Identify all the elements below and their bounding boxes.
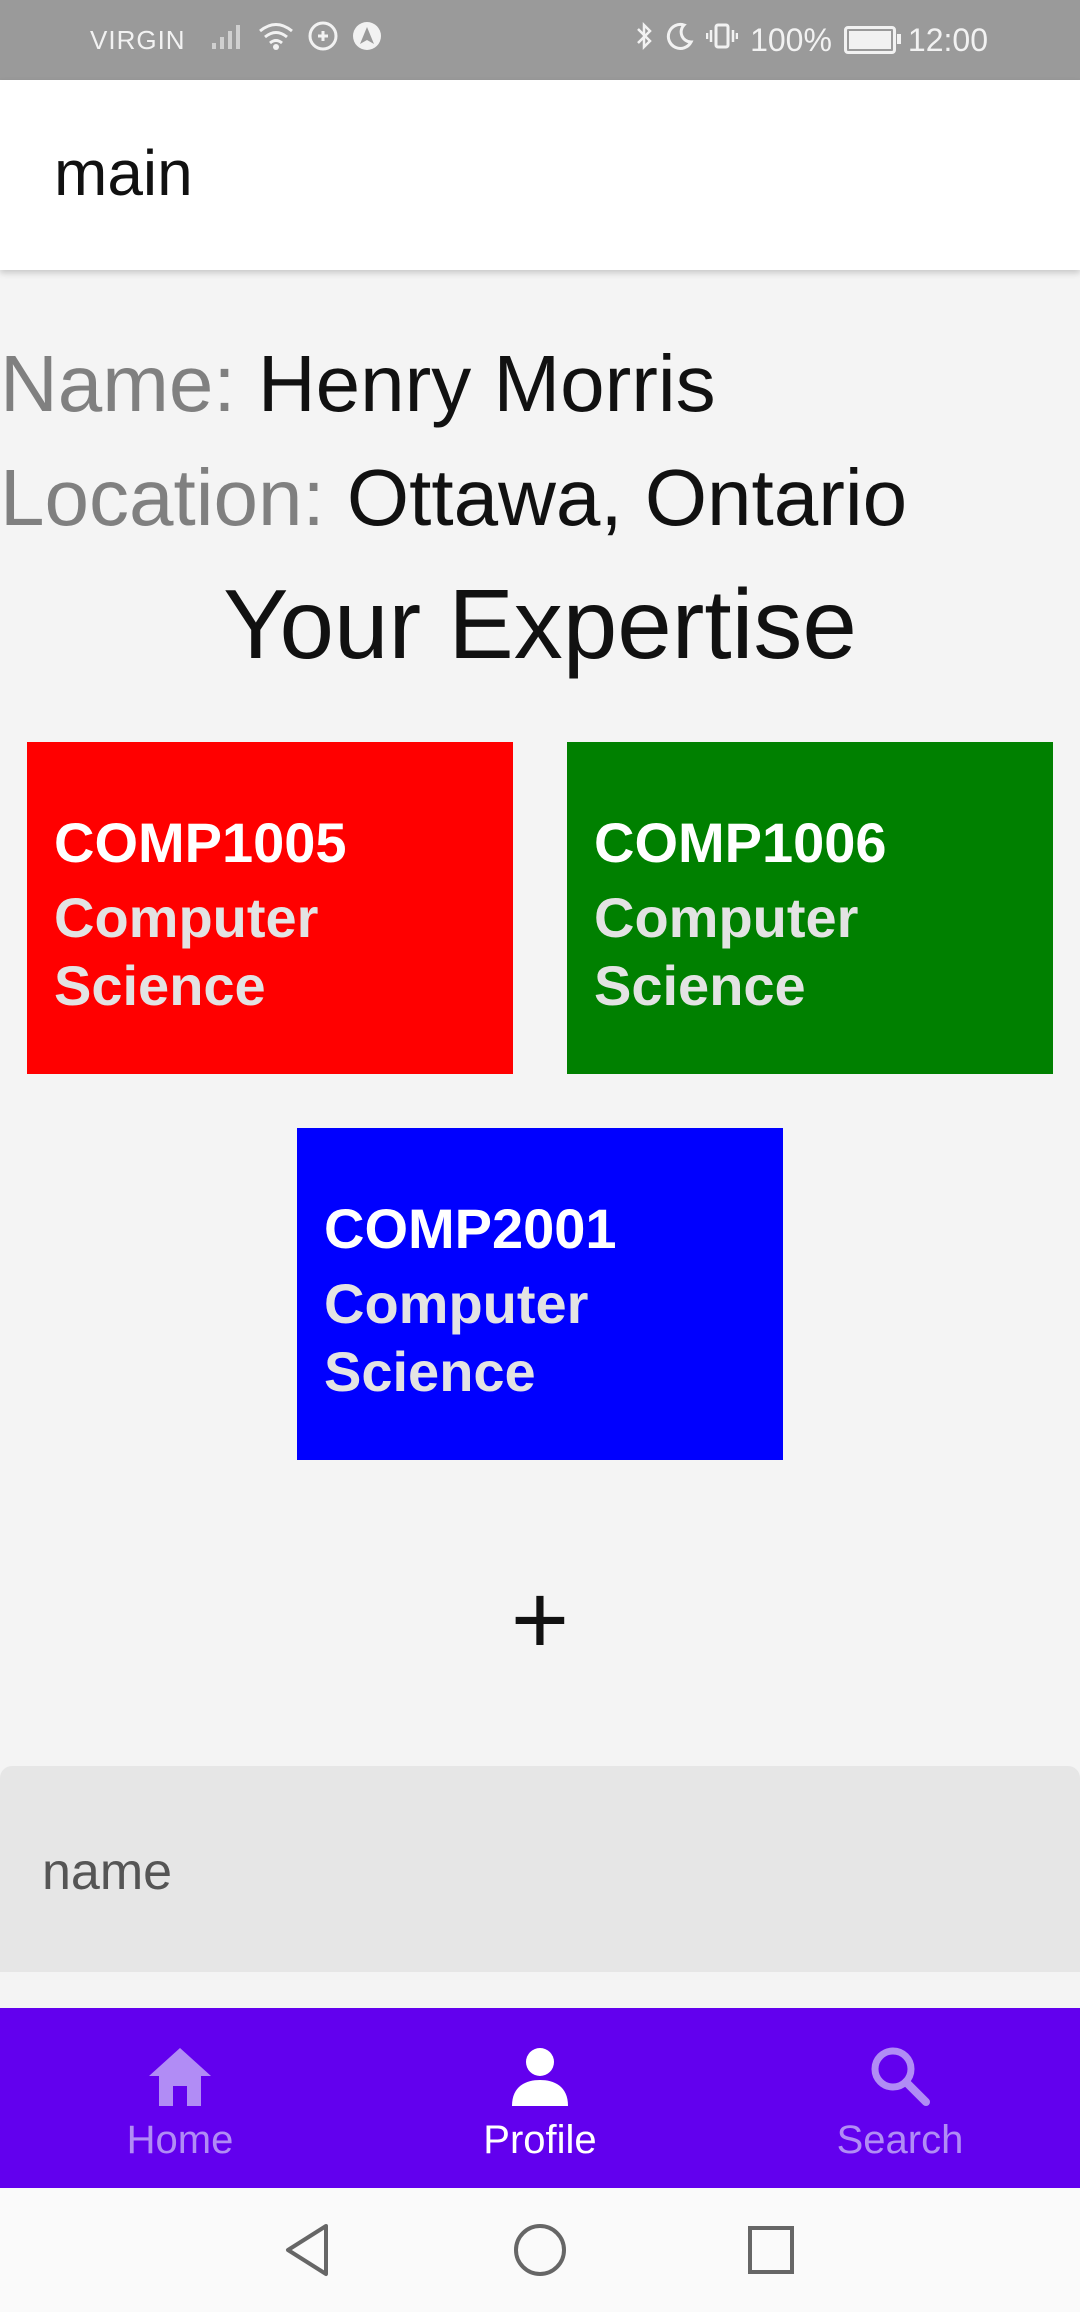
search-icon (871, 2047, 930, 2106)
location-value: Ottawa, Ontario (346, 453, 908, 542)
name-row: Name: Henry Morris (0, 338, 716, 430)
home-icon (149, 2048, 211, 2106)
course-code: COMP1005 (54, 811, 347, 874)
name-field-container[interactable] (0, 1766, 1080, 1972)
data-saver-icon (308, 21, 338, 59)
signal-icon (210, 23, 244, 57)
nav-item-home[interactable]: Home (0, 2008, 360, 2188)
nav-label-profile: Profile (483, 2118, 597, 2162)
bluetooth-icon (634, 21, 654, 59)
bottom-navigation: Home Profile Search (0, 2008, 1080, 2188)
course-code: COMP1006 (594, 811, 887, 874)
wifi-icon (258, 22, 294, 58)
do-not-disturb-moon-icon (666, 22, 694, 58)
battery-percent: 100% (750, 21, 832, 58)
vibrate-icon (705, 22, 739, 58)
name-input[interactable] (40, 1836, 1024, 1908)
expertise-heading: Your Expertise (223, 569, 857, 679)
system-navigation-bar (0, 2188, 1080, 2312)
nav-label-search: Search (836, 2118, 964, 2162)
name-label: Name: (0, 339, 236, 428)
app-bar: main (0, 80, 1080, 270)
expertise-card[interactable]: COMP1006 Computer Science (567, 742, 1053, 1074)
battery-icon (843, 26, 901, 54)
course-subject: Computer Science (594, 886, 859, 1017)
status-bar: VIRGIN 100% 12:00 (0, 0, 1080, 80)
name-value: Henry Morris (257, 339, 716, 428)
course-code: COMP2001 (324, 1197, 617, 1260)
course-subject: Computer Science (324, 1272, 589, 1403)
back-icon[interactable] (282, 2222, 332, 2278)
clock: 12:00 (907, 21, 988, 58)
home-circle-icon[interactable] (512, 2222, 568, 2278)
recents-icon[interactable] (746, 2222, 796, 2278)
expertise-card[interactable]: COMP1005 Computer Science (27, 742, 513, 1074)
nav-item-search[interactable]: Search (720, 2008, 1080, 2188)
carrier-label: VIRGIN (90, 24, 186, 55)
course-subject: Computer Science (54, 886, 319, 1017)
expertise-card[interactable]: COMP2001 Computer Science (297, 1128, 783, 1460)
nav-item-profile[interactable]: Profile (360, 2008, 720, 2188)
add-expertise-button[interactable]: + (0, 1560, 1080, 1680)
nav-label-home: Home (126, 2118, 234, 2162)
location-row: Location: Ottawa, Ontario (0, 452, 907, 544)
navigation-app-icon (352, 21, 382, 59)
app-bar-title: main (54, 137, 193, 209)
person-icon (512, 2048, 568, 2106)
location-label: Location: (0, 453, 325, 542)
